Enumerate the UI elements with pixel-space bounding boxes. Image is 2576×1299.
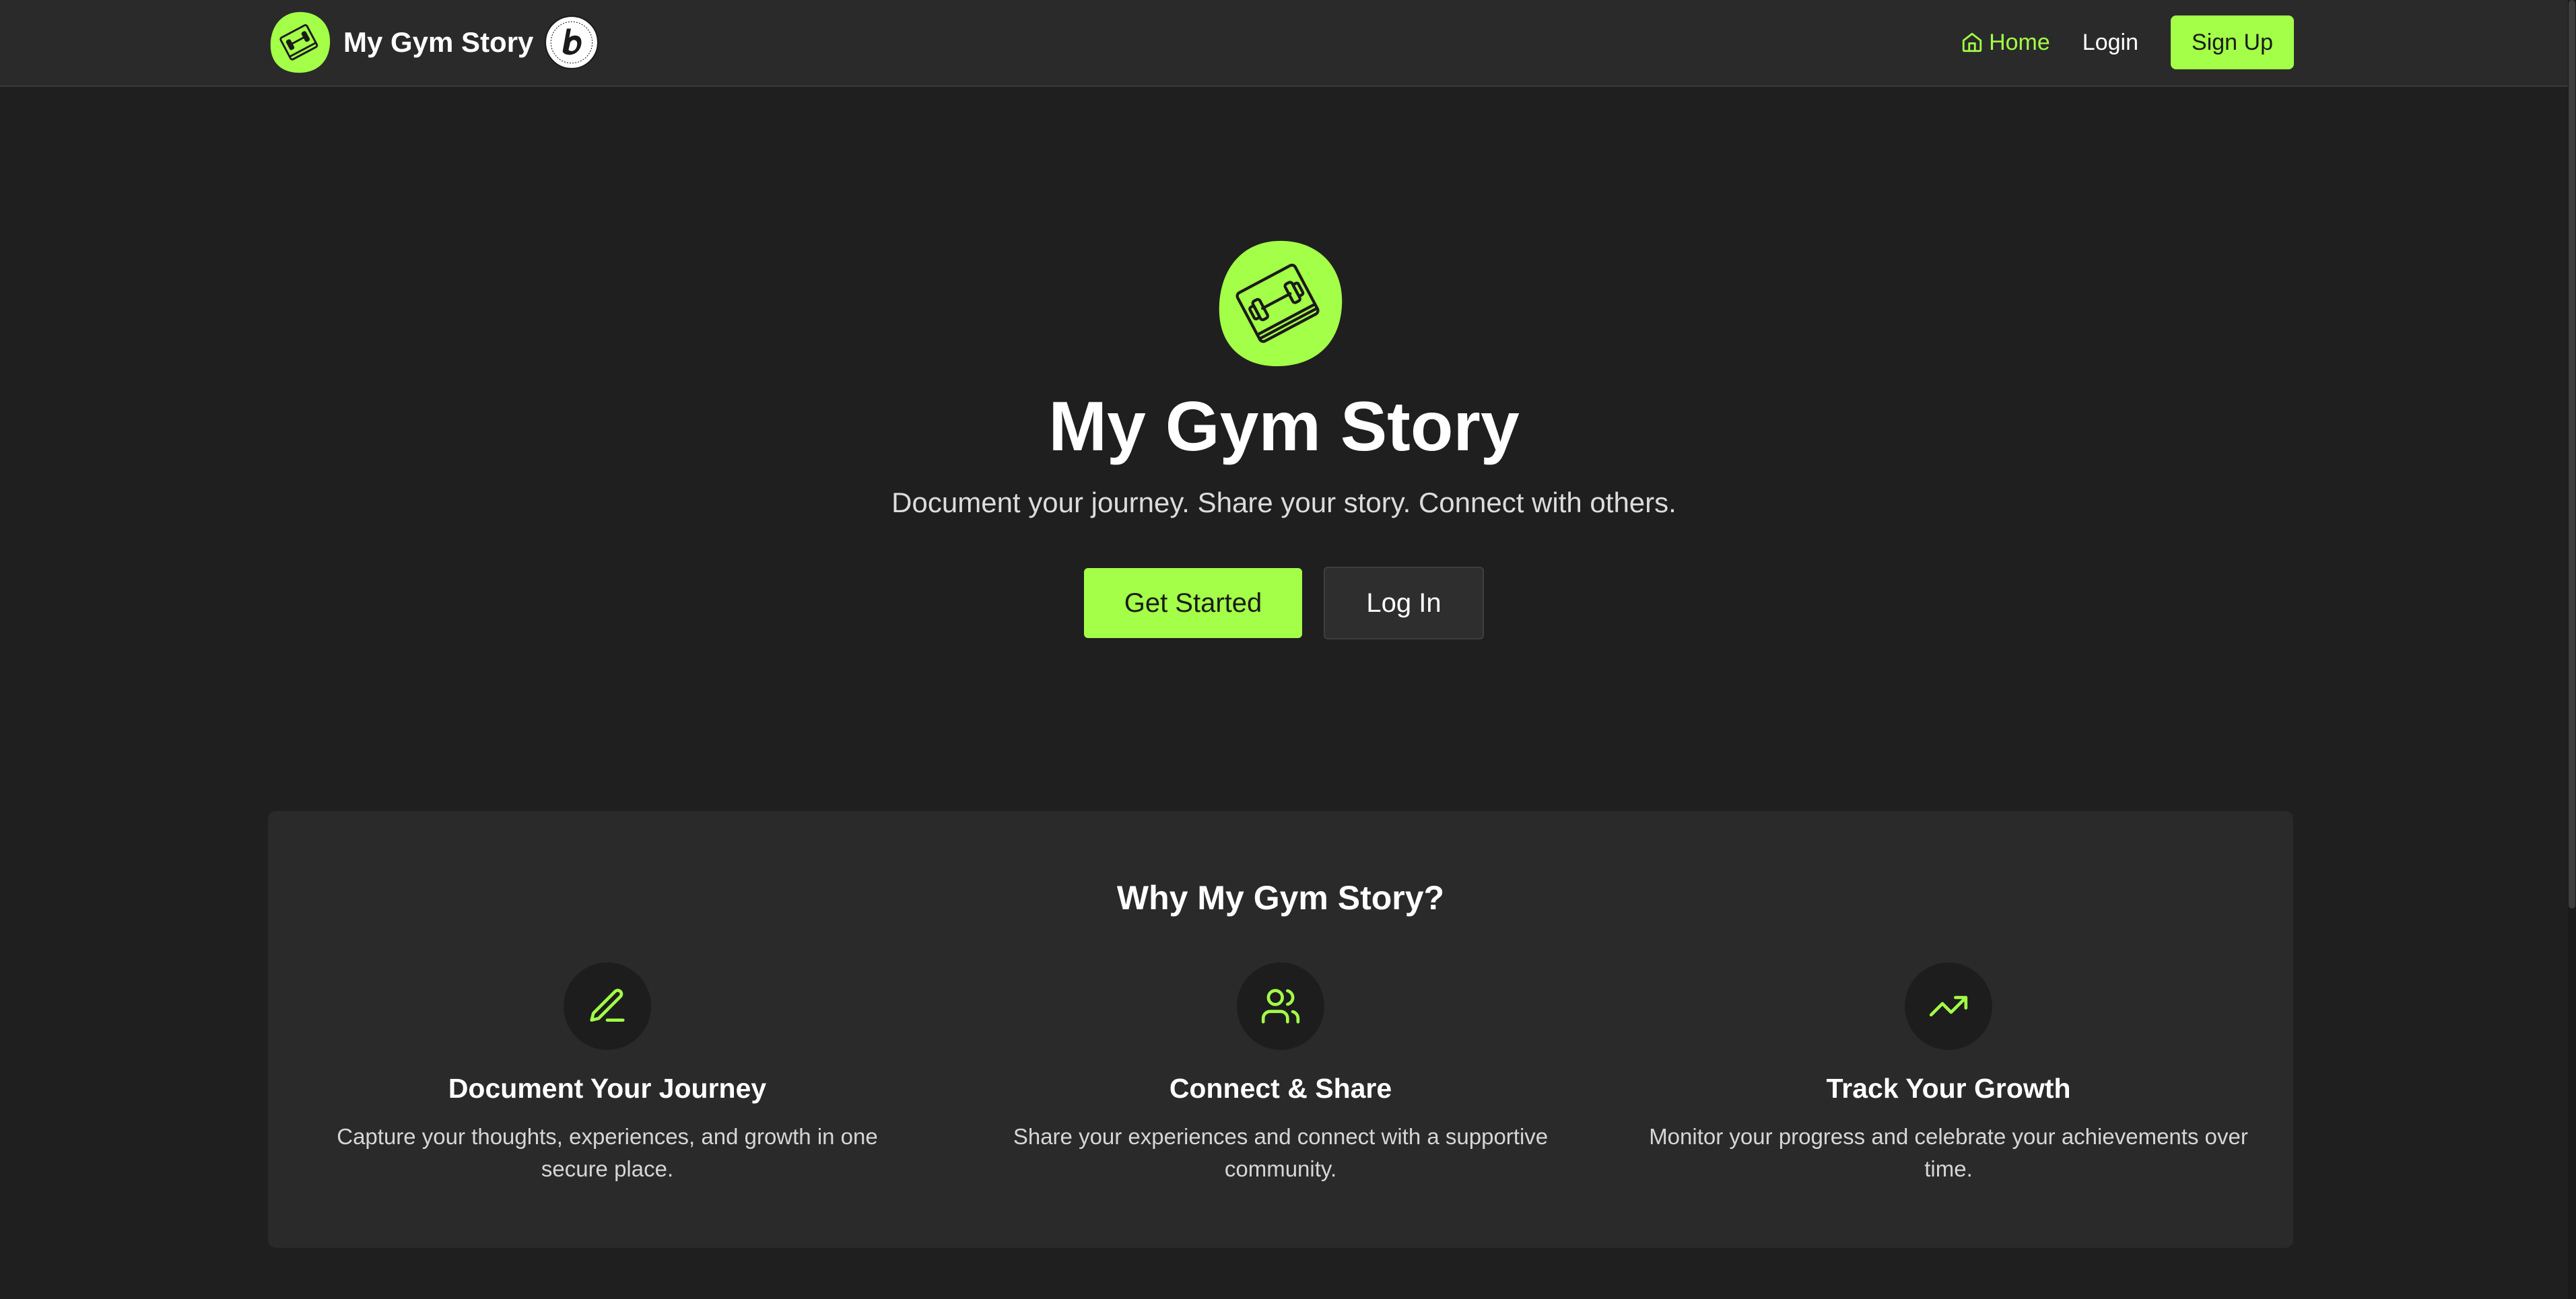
nav-home-link[interactable]: Home bbox=[1961, 30, 2050, 56]
feature-card-connect: Connect & Share Share your experiences a… bbox=[957, 962, 1604, 1185]
feature-card-track: Track Your Growth Monitor your progress … bbox=[1625, 962, 2272, 1185]
feature-title: Document Your Journey bbox=[448, 1073, 767, 1104]
feature-icon-circle bbox=[1237, 962, 1324, 1050]
b-badge-icon[interactable] bbox=[544, 15, 599, 70]
get-started-button[interactable]: Get Started bbox=[1084, 568, 1302, 638]
users-icon bbox=[1261, 989, 1300, 1024]
app-logo-icon bbox=[270, 11, 331, 73]
nav-home-label: Home bbox=[1989, 29, 2050, 55]
feature-title: Track Your Growth bbox=[1826, 1073, 2071, 1104]
feature-icon-circle bbox=[1905, 962, 1992, 1050]
scrollbar-thumb[interactable] bbox=[2569, 0, 2575, 909]
brand-name: My Gym Story bbox=[343, 26, 534, 58]
nav-login-link[interactable]: Login bbox=[2082, 30, 2138, 56]
log-in-button[interactable]: Log In bbox=[1324, 567, 1484, 639]
hero-logo-icon bbox=[1219, 240, 1343, 367]
main-nav: Home Login Sign Up bbox=[1961, 15, 2294, 69]
pencil-icon bbox=[590, 989, 625, 1022]
feature-description: Share your experiences and connect with … bbox=[1013, 1124, 1549, 1181]
feature-card-document: Document Your Journey Capture your thoug… bbox=[284, 962, 930, 1185]
feature-description: Capture your thoughts, experiences, and … bbox=[337, 1124, 878, 1181]
features-title: Why My Gym Story? bbox=[1116, 879, 1445, 917]
hero-section: My Gym Story Document your journey. Shar… bbox=[0, 85, 2568, 812]
hero-subtitle: Document your journey. Share your story.… bbox=[891, 487, 1676, 518]
feature-title: Connect & Share bbox=[1169, 1073, 1392, 1104]
brand[interactable]: My Gym Story bbox=[268, 9, 599, 75]
feature-icon-circle bbox=[564, 962, 651, 1050]
signup-button[interactable]: Sign Up bbox=[2171, 15, 2294, 69]
top-navbar: My Gym Story Home Login Sign Up bbox=[0, 0, 2568, 87]
hero-actions: Get Started Log In bbox=[0, 567, 2568, 639]
home-icon bbox=[1962, 32, 1982, 52]
page-scrollbar[interactable] bbox=[2568, 0, 2576, 1299]
trending-up-icon bbox=[1929, 995, 1968, 1017]
features-section: Why My Gym Story? Document Your Journey … bbox=[268, 811, 2293, 1248]
hero-title: My Gym Story bbox=[1048, 388, 1520, 466]
feature-description: Monitor your progress and celebrate your… bbox=[1649, 1124, 2248, 1181]
